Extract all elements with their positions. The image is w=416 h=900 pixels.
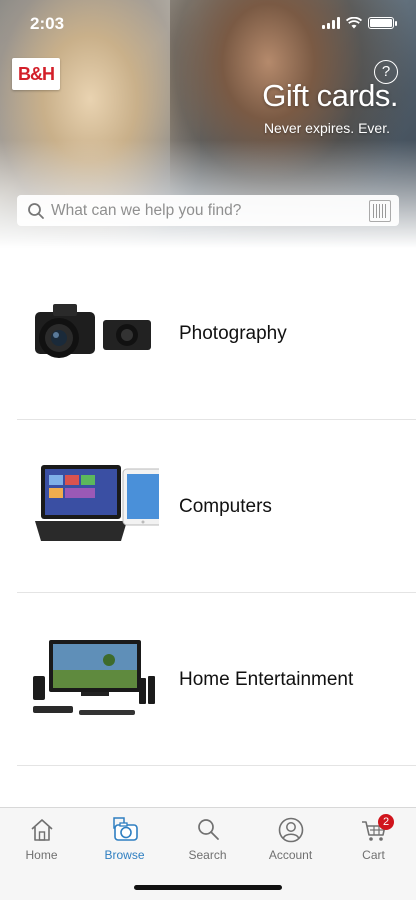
camera-product-thumbnail <box>35 304 151 358</box>
tv-speakers-product-thumbnail <box>33 640 155 715</box>
tab-label: Browse <box>104 848 145 862</box>
browse-camera-icon <box>112 817 138 841</box>
category-row-photography[interactable]: Photography <box>17 248 416 420</box>
tab-label: Cart <box>362 848 385 862</box>
category-label: Photography <box>179 323 287 344</box>
promo-subtitle: Never expires. Ever. <box>263 120 390 136</box>
barcode-scan-icon[interactable] <box>369 199 391 222</box>
tab-label: Account <box>268 848 313 862</box>
category-label: Home Entertainment <box>179 669 354 690</box>
tab-label: Home <box>25 848 58 862</box>
signal-icon <box>322 17 340 29</box>
tab-browse[interactable]: Browse <box>83 816 166 862</box>
home-icon <box>30 819 53 841</box>
search-icon <box>28 202 44 219</box>
category-row-computers[interactable]: Computers <box>17 421 416 593</box>
tab-search[interactable]: Search <box>166 816 249 862</box>
status-time: 2:03 <box>30 14 65 33</box>
category-row-home-entertainment[interactable]: Home Entertainment <box>17 594 416 766</box>
search-icon <box>197 819 219 840</box>
tab-label: Search <box>188 848 227 862</box>
search-input[interactable] <box>45 201 369 220</box>
status-bar: 2:03 <box>0 14 416 38</box>
status-icons <box>322 17 397 29</box>
battery-icon <box>368 17 397 29</box>
category-label: Computers <box>179 496 272 517</box>
account-icon <box>278 817 303 843</box>
search-bar[interactable] <box>17 195 399 226</box>
cart-badge: 2 <box>378 814 394 830</box>
home-indicator[interactable] <box>134 885 282 890</box>
tab-account[interactable]: Account <box>249 816 332 862</box>
laptop-tablet-product-thumbnail <box>35 465 159 541</box>
hero-fade <box>0 140 416 248</box>
wifi-icon <box>346 17 362 29</box>
tab-home[interactable]: Home <box>0 816 83 862</box>
brand-logo[interactable]: B&H <box>12 58 60 90</box>
promo-title: Gift cards. <box>262 78 398 113</box>
tab-cart[interactable]: 2 Cart <box>332 814 415 862</box>
